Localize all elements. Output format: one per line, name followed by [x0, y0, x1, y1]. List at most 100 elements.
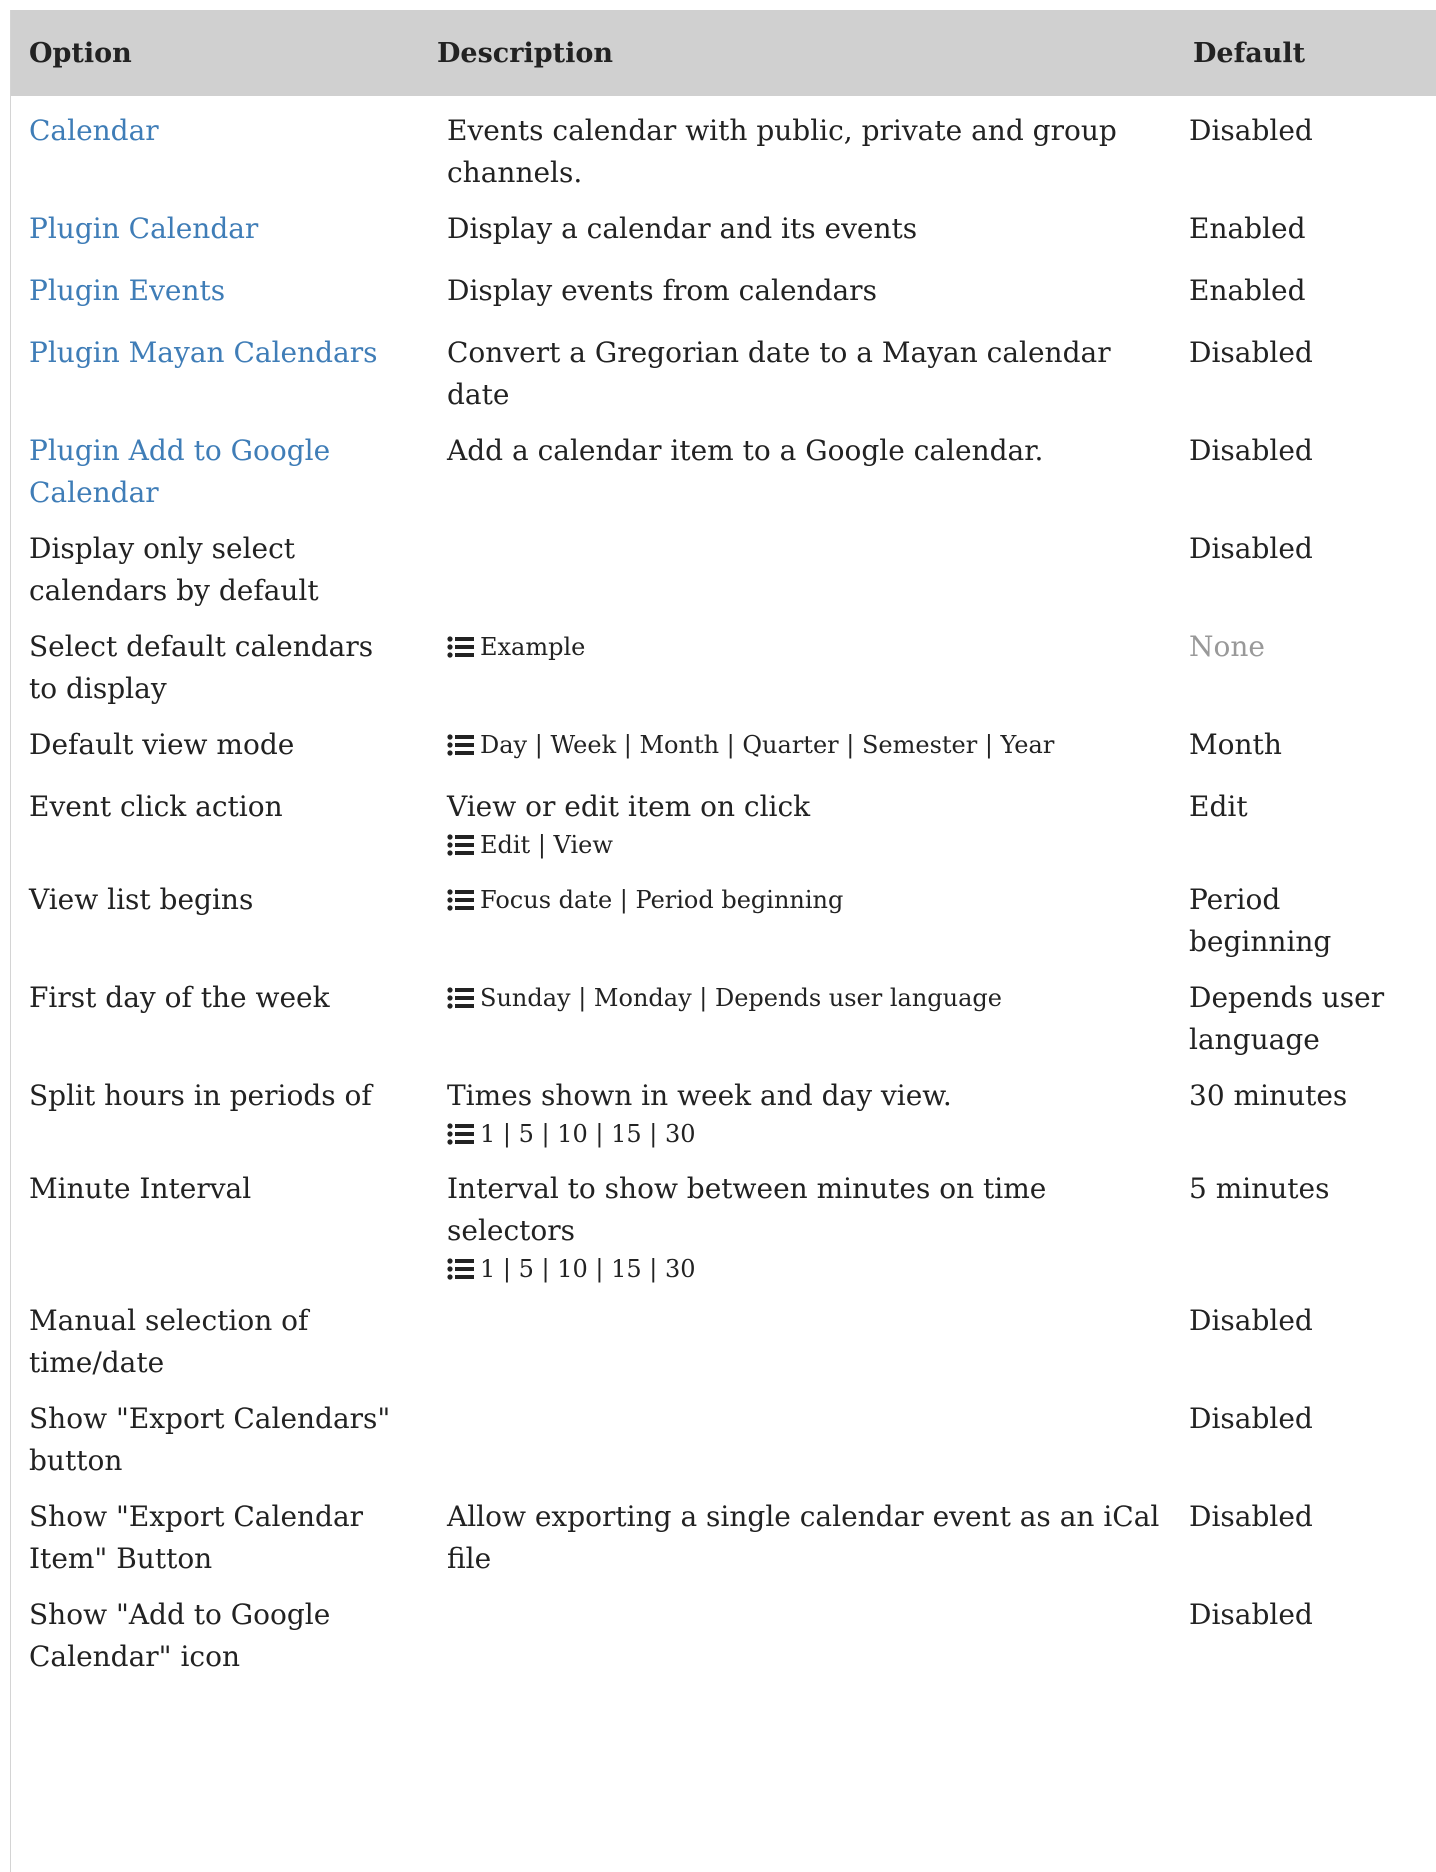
header-default: Default	[1187, 10, 1436, 96]
list-icon	[447, 1123, 474, 1145]
option-label: First day of the week	[29, 981, 330, 1014]
description-text: Events calendar with public, private and…	[447, 114, 1117, 189]
table-row: Manual selection of time/date Disabled	[11, 1286, 1436, 1384]
table-row: Plugin Mayan Calendars Convert a Gregoria…	[11, 318, 1436, 416]
list-icon	[447, 834, 474, 856]
option-label: Show "Export Calendars" button	[29, 1402, 391, 1477]
default-value: Disabled	[1189, 1500, 1313, 1533]
description-cell: Display a calendar and its events	[419, 194, 1187, 256]
table-row: Default view mode Day | Week | Month | Qu…	[11, 710, 1436, 772]
default-cell: None	[1187, 612, 1436, 710]
option-label: Select default calendars to display	[29, 630, 374, 705]
preferences-table-container: Option Description Default Calendar Event…	[10, 10, 1436, 1872]
option-cell: Split hours in periods of	[11, 1061, 419, 1154]
default-cell: 5 minutes	[1187, 1154, 1436, 1286]
option-label: Split hours in periods of	[29, 1079, 372, 1112]
table-row: View list begins Focus date | Period begi…	[11, 865, 1436, 963]
list-icon	[447, 1258, 474, 1280]
description-cell	[419, 1580, 1187, 1678]
default-cell: Period beginning	[1187, 865, 1436, 963]
list-icon	[447, 734, 474, 756]
option-values-text: Focus date | Period beginning	[480, 886, 844, 914]
option-values: Sunday | Monday | Depends user language	[447, 981, 1181, 1015]
description-text: Display a calendar and its events	[447, 212, 918, 245]
option-cell: Select default calendars to display	[11, 612, 419, 710]
option-label: Show "Export Calendar Item" Button	[29, 1500, 364, 1575]
header-description: Description	[419, 10, 1187, 96]
default-value: None	[1189, 630, 1265, 663]
description-cell: Add a calendar item to a Google calendar…	[419, 416, 1187, 514]
option-values-text: Edit | View	[480, 831, 613, 859]
description-text: Times shown in week and day view.	[447, 1079, 952, 1112]
option-link[interactable]: Plugin Mayan Calendars	[29, 336, 378, 369]
header-option: Option	[11, 10, 419, 96]
table-row: Calendar Events calendar with public, pri…	[11, 96, 1436, 194]
option-values-text: Day | Week | Month | Quarter | Semester …	[480, 731, 1055, 759]
option-cell: View list begins	[11, 865, 419, 963]
option-cell[interactable]: Plugin Events	[11, 256, 419, 318]
option-label: Event click action	[29, 790, 283, 823]
table-row: Plugin Calendar Display a calendar and it…	[11, 194, 1436, 256]
option-cell: Show "Add to Google Calendar" icon	[11, 1580, 419, 1678]
option-values: Edit | View	[447, 828, 1181, 862]
description-cell	[419, 1286, 1187, 1384]
description-cell: Allow exporting a single calendar event …	[419, 1482, 1187, 1580]
default-value: Depends user language	[1189, 981, 1385, 1056]
description-cell: Focus date | Period beginning	[419, 865, 1187, 963]
table-row: Show "Export Calendar Item" Button Allow …	[11, 1482, 1436, 1580]
default-cell: Disabled	[1187, 1384, 1436, 1482]
default-cell: Enabled	[1187, 194, 1436, 256]
option-link[interactable]: Plugin Calendar	[29, 212, 258, 245]
option-label: View list begins	[29, 883, 254, 916]
table-row: Show "Export Calendars" button Disabled	[11, 1384, 1436, 1482]
description-text: Convert a Gregorian date to a Mayan cale…	[447, 336, 1111, 411]
default-cell: Edit	[1187, 772, 1436, 865]
description-cell	[419, 1384, 1187, 1482]
table-row: Show "Add to Google Calendar" icon Disabl…	[11, 1580, 1436, 1678]
default-cell: Depends user language	[1187, 963, 1436, 1061]
description-cell: View or edit item on click Edit | View	[419, 772, 1187, 865]
option-label: Show "Add to Google Calendar" icon	[29, 1598, 331, 1673]
description-text: Interval to show between minutes on time…	[447, 1172, 1047, 1247]
default-value: Disabled	[1189, 336, 1313, 369]
table-row: Split hours in periods of Times shown in …	[11, 1061, 1436, 1154]
option-cell: Manual selection of time/date	[11, 1286, 419, 1384]
option-cell: Show "Export Calendar Item" Button	[11, 1482, 419, 1580]
description-text: View or edit item on click	[447, 790, 811, 823]
option-cell: Event click action	[11, 772, 419, 865]
description-text: Allow exporting a single calendar event …	[447, 1500, 1160, 1575]
description-cell: Events calendar with public, private and…	[419, 96, 1187, 194]
option-values: 1 | 5 | 10 | 15 | 30	[447, 1252, 1181, 1286]
option-cell[interactable]: Calendar	[11, 96, 419, 194]
option-values: Day | Week | Month | Quarter | Semester …	[447, 728, 1181, 762]
option-cell[interactable]: Plugin Mayan Calendars	[11, 318, 419, 416]
default-cell: Disabled	[1187, 1286, 1436, 1384]
option-cell[interactable]: Plugin Calendar	[11, 194, 419, 256]
option-link[interactable]: Plugin Events	[29, 274, 225, 307]
description-cell: Convert a Gregorian date to a Mayan cale…	[419, 318, 1187, 416]
option-link[interactable]: Calendar	[29, 114, 159, 147]
option-values: Example	[447, 630, 1181, 664]
default-cell: Enabled	[1187, 256, 1436, 318]
option-cell[interactable]: Plugin Add to Google Calendar	[11, 416, 419, 514]
description-cell: Display events from calendars	[419, 256, 1187, 318]
default-cell: Month	[1187, 710, 1436, 772]
default-cell: Disabled	[1187, 1482, 1436, 1580]
description-cell: Interval to show between minutes on time…	[419, 1154, 1187, 1286]
description-cell: Day | Week | Month | Quarter | Semester …	[419, 710, 1187, 772]
default-value: 30 minutes	[1189, 1079, 1348, 1112]
table-row: Plugin Add to Google Calendar Add a calen…	[11, 416, 1436, 514]
default-value: 5 minutes	[1189, 1172, 1330, 1205]
option-cell: Show "Export Calendars" button	[11, 1384, 419, 1482]
option-link[interactable]: Plugin Add to Google Calendar	[29, 434, 330, 509]
default-value: Edit	[1189, 790, 1248, 823]
table-header-row: Option Description Default	[11, 10, 1436, 96]
description-text: Add a calendar item to a Google calendar…	[447, 434, 1044, 467]
description-cell	[419, 514, 1187, 612]
default-value: Disabled	[1189, 1402, 1313, 1435]
option-label: Display only select calendars by default	[29, 532, 319, 607]
default-cell: Disabled	[1187, 416, 1436, 514]
default-cell: Disabled	[1187, 96, 1436, 194]
default-value: Disabled	[1189, 1304, 1313, 1337]
option-label: Manual selection of time/date	[29, 1304, 309, 1379]
